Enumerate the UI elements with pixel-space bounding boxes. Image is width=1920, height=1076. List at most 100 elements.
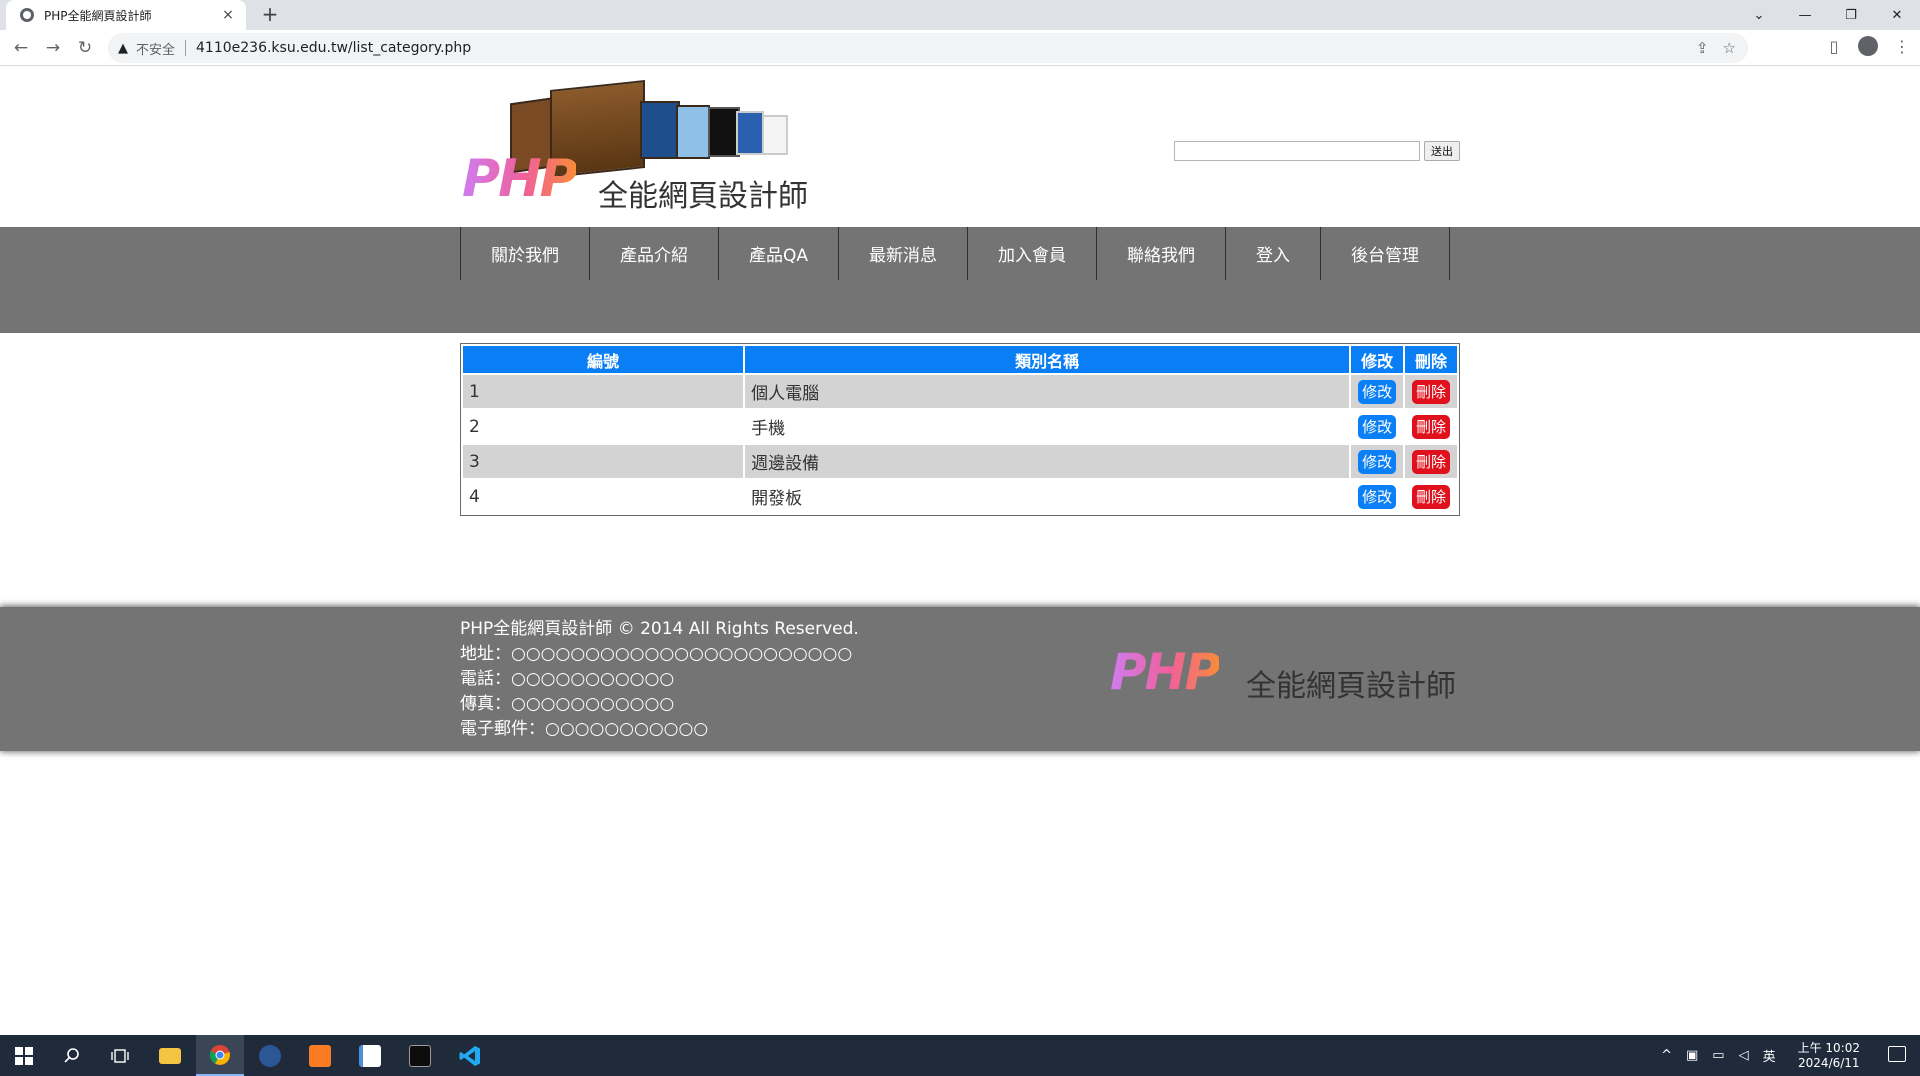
browser-toolbar: ← → ↻ ▲ 不安全 4110e236.ksu.edu.tw/list_cat… — [0, 30, 1920, 66]
cell-id: 4 — [463, 480, 744, 513]
address-bar[interactable]: ▲ 不安全 4110e236.ksu.edu.tw/list_category.… — [108, 33, 1748, 63]
edit-button[interactable]: 修改 — [1358, 484, 1397, 509]
menu-icon[interactable]: ⋮ — [1892, 37, 1912, 56]
notepad-icon[interactable] — [346, 1035, 394, 1076]
windows-start-icon[interactable] — [0, 1035, 48, 1076]
edit-button[interactable]: 修改 — [1358, 379, 1397, 404]
search-form: 送出 — [1174, 141, 1460, 161]
delete-button[interactable]: 刪除 — [1412, 484, 1451, 509]
delete-button[interactable]: 刪除 — [1412, 449, 1451, 474]
nav-item-news[interactable]: 最新消息 — [838, 227, 969, 280]
submit-button[interactable]: 送出 — [1424, 141, 1460, 161]
close-window-button[interactable]: ✕ — [1874, 0, 1920, 30]
clock[interactable]: 上午 10:02 2024/6/11 — [1798, 1041, 1860, 1071]
profile-avatar-icon[interactable] — [1858, 36, 1878, 56]
nav-items: 關於我們 產品介紹 產品QA 最新消息 加入會員 聯絡我們 登入 後台管理 — [460, 227, 1460, 333]
restore-button[interactable]: ❐ — [1828, 0, 1874, 30]
bookmark-star-icon[interactable]: ☆ — [1723, 39, 1736, 57]
cell-category-name: 手機 — [745, 410, 1350, 443]
chrome-icon[interactable] — [196, 1035, 244, 1076]
clock-date: 2024/6/11 — [1798, 1055, 1860, 1070]
nav-item-about[interactable]: 關於我們 — [460, 227, 590, 280]
browser-tab[interactable]: PHP全能網頁設計師 × — [6, 0, 246, 30]
category-table: 編號 類別名稱 修改 刪除 1 個人電腦 修改 刪除 2 手機 修改 刪除 3 … — [460, 343, 1460, 516]
task-view-icon[interactable] — [96, 1035, 144, 1076]
system-tray: ^ ▣ ▭ ◁ 英 上午 10:02 2024/6/11 — [1661, 1035, 1860, 1076]
file-explorer-icon[interactable] — [146, 1035, 194, 1076]
header-id: 編號 — [463, 346, 744, 373]
search-input[interactable] — [1174, 141, 1420, 161]
header-edit: 修改 — [1351, 346, 1404, 373]
nav-item-contact[interactable]: 聯絡我們 — [1096, 227, 1227, 280]
cell-edit: 修改 — [1351, 375, 1404, 408]
footer-copyright: PHP全能網頁設計師 © 2014 All Rights Reserved. — [460, 619, 859, 639]
security-label[interactable]: 不安全 — [136, 39, 175, 58]
network-icon[interactable]: ▭ — [1712, 1048, 1724, 1063]
omnibox-actions: ⇪ ☆ — [1696, 39, 1736, 57]
browser-actions: ▯ ⋮ — [1824, 36, 1912, 56]
footer-address: 地址：○○○○○○○○○○○○○○○○○○○○○○○ — [460, 644, 853, 664]
chevron-up-icon[interactable]: ^ — [1661, 1048, 1672, 1063]
nav-item-product-qa[interactable]: 產品QA — [718, 227, 840, 280]
cell-delete: 刪除 — [1405, 480, 1457, 513]
xampp-icon[interactable] — [296, 1035, 344, 1076]
header-delete: 刪除 — [1405, 346, 1457, 373]
tab-search-icon[interactable]: ⌄ — [1736, 0, 1782, 30]
cell-id: 1 — [463, 375, 744, 408]
nav-item-products[interactable]: 產品介紹 — [589, 227, 719, 280]
app-w-icon[interactable] — [246, 1035, 294, 1076]
edit-button[interactable]: 修改 — [1358, 449, 1397, 474]
cell-edit: 修改 — [1351, 480, 1404, 513]
header-category-name: 類別名稱 — [745, 346, 1350, 373]
os-taskbar: ^ ▣ ▭ ◁ 英 上午 10:02 2024/6/11 — [0, 1035, 1920, 1076]
nav-item-admin[interactable]: 後台管理 — [1320, 227, 1451, 280]
cell-category-name: 個人電腦 — [745, 375, 1350, 408]
cell-edit: 修改 — [1351, 410, 1404, 443]
search-icon[interactable] — [48, 1035, 96, 1076]
delete-button[interactable]: 刪除 — [1412, 379, 1451, 404]
table-row: 2 手機 修改 刪除 — [463, 410, 1457, 443]
ime-indicator[interactable]: 英 — [1763, 1046, 1776, 1065]
cell-delete: 刪除 — [1405, 445, 1457, 478]
footer-info: PHP全能網頁設計師 © 2014 All Rights Reserved. 地… — [460, 617, 859, 742]
forward-icon[interactable]: → — [40, 36, 66, 60]
meet-icon[interactable]: ▣ — [1686, 1048, 1698, 1063]
table-row: 4 開發板 修改 刪除 — [463, 480, 1457, 513]
close-tab-icon[interactable]: × — [220, 7, 236, 23]
footer-phone: 電話：○○○○○○○○○○○ — [460, 669, 675, 689]
delete-button[interactable]: 刪除 — [1412, 414, 1451, 439]
footer-logo-title-text: 全能網頁設計師 — [1246, 669, 1456, 704]
cell-delete: 刪除 — [1405, 410, 1457, 443]
tab-title: PHP全能網頁設計師 — [44, 8, 152, 23]
back-icon[interactable]: ← — [8, 36, 34, 60]
cell-category-name: 週邊設備 — [745, 445, 1350, 478]
new-tab-button[interactable]: + — [258, 3, 282, 27]
share-icon[interactable]: ⇪ — [1696, 39, 1709, 57]
browser-tabbar: PHP全能網頁設計師 × + ⌄ — ❐ ✕ — [0, 0, 1920, 30]
web-page: PHP 全能網頁設計師 送出 關於我們 產品介紹 產品QA 最新消息 加入會員 … — [0, 67, 1920, 1035]
clock-time: 上午 10:02 — [1797, 1040, 1860, 1055]
terminal-icon[interactable] — [396, 1035, 444, 1076]
window-controls: ⌄ — ❐ ✕ — [1736, 0, 1920, 30]
warning-icon[interactable]: ▲ — [118, 41, 128, 56]
minimize-button[interactable]: — — [1782, 0, 1828, 30]
nav-item-join-member[interactable]: 加入會員 — [967, 227, 1098, 280]
main-nav: 關於我們 產品介紹 產品QA 最新消息 加入會員 聯絡我們 登入 後台管理 — [0, 227, 1920, 333]
notification-icon[interactable] — [1888, 1046, 1906, 1062]
divider — [185, 40, 187, 56]
site-logo[interactable]: PHP 全能網頁設計師 — [460, 79, 820, 214]
vscode-icon[interactable] — [446, 1035, 494, 1076]
url-text[interactable]: 4110e236.ksu.edu.tw/list_category.php — [196, 40, 471, 56]
cell-id: 3 — [463, 445, 744, 478]
edit-button[interactable]: 修改 — [1358, 414, 1397, 439]
footer-logo-php-text: PHP — [1110, 643, 1221, 701]
table-header-row: 編號 類別名稱 修改 刪除 — [463, 346, 1457, 373]
nav-item-login[interactable]: 登入 — [1225, 227, 1322, 280]
reload-icon[interactable]: ↻ — [72, 36, 98, 60]
logo-title-text: 全能網頁設計師 — [598, 179, 808, 214]
table-row: 3 週邊設備 修改 刪除 — [463, 445, 1457, 478]
site-header: PHP 全能網頁設計師 送出 — [460, 67, 1460, 227]
cell-delete: 刪除 — [1405, 375, 1457, 408]
side-panel-icon[interactable]: ▯ — [1824, 37, 1844, 56]
volume-muted-icon[interactable]: ◁ — [1739, 1048, 1749, 1063]
